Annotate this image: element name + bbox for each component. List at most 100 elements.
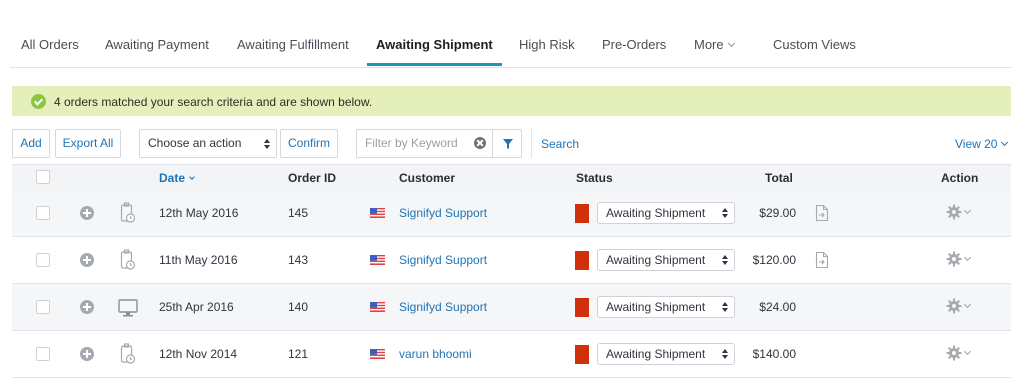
gear-icon xyxy=(946,345,962,361)
expand-plus-icon[interactable] xyxy=(80,206,94,220)
order-date: 12th Nov 2014 xyxy=(159,347,238,361)
customer-link[interactable]: Signifyd Support xyxy=(399,300,487,314)
status-color-swatch xyxy=(575,204,589,223)
sort-down-icon xyxy=(189,174,195,180)
tab-high-risk[interactable]: High Risk xyxy=(519,37,575,52)
select-arrows-icon xyxy=(264,139,270,149)
confirm-button[interactable]: Confirm xyxy=(280,129,338,158)
order-id: 145 xyxy=(288,206,309,220)
order-total: $29.00 xyxy=(759,206,796,220)
order-total: $120.00 xyxy=(752,253,796,267)
table-row: 11th May 2016 143 Signifyd Support Await… xyxy=(12,237,1011,284)
phone-order-icon xyxy=(120,343,136,364)
order-tabs: All Orders Awaiting Payment Awaiting Ful… xyxy=(10,0,1011,68)
search-result-alert: 4 orders matched your search criteria an… xyxy=(12,86,1011,116)
tab-pre-orders[interactable]: Pre-Orders xyxy=(602,37,666,52)
status-select[interactable]: Awaiting Shipment xyxy=(597,249,735,271)
gear-icon xyxy=(946,298,962,314)
tab-awaiting-payment[interactable]: Awaiting Payment xyxy=(105,37,209,52)
customer-link[interactable]: Signifyd Support xyxy=(399,253,487,267)
row-action-menu[interactable] xyxy=(946,298,976,316)
order-date: 25th Apr 2016 xyxy=(159,300,234,314)
toolbar-divider xyxy=(531,129,532,158)
alert-message: 4 orders matched your search criteria an… xyxy=(54,95,373,109)
table-row: 12th May 2016 145 Signifyd Support Await… xyxy=(12,190,1011,237)
orders-table-header: Date Order ID Customer Status Total Acti… xyxy=(12,164,1011,190)
status-value: Awaiting Shipment xyxy=(606,206,706,220)
tab-awaiting-shipment[interactable]: Awaiting Shipment xyxy=(376,37,493,52)
date-header-label: Date xyxy=(159,171,186,185)
order-total: $140.00 xyxy=(752,347,796,361)
status-value: Awaiting Shipment xyxy=(606,300,706,314)
active-tab-indicator xyxy=(367,63,502,66)
add-button[interactable]: Add xyxy=(12,129,50,158)
row-checkbox[interactable] xyxy=(36,253,50,267)
funnel-icon xyxy=(503,139,513,149)
row-checkbox[interactable] xyxy=(36,347,50,361)
us-flag-icon xyxy=(370,302,385,312)
status-select[interactable]: Awaiting Shipment xyxy=(597,343,735,365)
us-flag-icon xyxy=(370,255,385,265)
order-id: 143 xyxy=(288,253,309,267)
status-color-swatch xyxy=(575,345,589,364)
order-date: 12th May 2016 xyxy=(159,206,239,220)
desktop-icon xyxy=(118,299,138,317)
column-header-date[interactable]: Date xyxy=(159,171,195,185)
customer-link[interactable]: Signifyd Support xyxy=(399,206,487,220)
expand-plus-icon[interactable] xyxy=(80,300,94,314)
table-row: 12th Nov 2014 121 varun bhoomi Awaiting … xyxy=(12,331,1011,378)
status-color-swatch xyxy=(575,251,589,270)
us-flag-icon xyxy=(370,349,385,359)
order-date: 11th May 2016 xyxy=(159,253,238,267)
status-value: Awaiting Shipment xyxy=(606,347,706,361)
chevron-down-icon xyxy=(963,206,972,215)
tab-more-label: More xyxy=(694,37,724,52)
tab-custom-views[interactable]: Custom Views xyxy=(773,37,856,52)
tab-more[interactable]: More xyxy=(694,37,735,52)
status-color-swatch xyxy=(575,298,589,317)
row-action-menu[interactable] xyxy=(946,345,976,363)
chevron-down-icon xyxy=(963,253,972,262)
phone-order-icon xyxy=(120,202,136,223)
order-id: 140 xyxy=(288,300,309,314)
row-action-menu[interactable] xyxy=(946,251,976,269)
status-value: Awaiting Shipment xyxy=(606,253,706,267)
column-header-status: Status xyxy=(576,171,613,185)
chevron-down-icon xyxy=(1001,138,1009,147)
search-button[interactable]: Search xyxy=(541,137,579,151)
order-id: 121 xyxy=(288,347,309,361)
tab-all-orders[interactable]: All Orders xyxy=(21,37,79,52)
chevron-down-icon xyxy=(727,39,735,48)
status-select[interactable]: Awaiting Shipment xyxy=(597,296,735,318)
row-checkbox[interactable] xyxy=(36,300,50,314)
us-flag-icon xyxy=(370,208,385,218)
row-checkbox[interactable] xyxy=(36,206,50,220)
status-select[interactable]: Awaiting Shipment xyxy=(597,202,735,224)
check-circle-icon xyxy=(31,94,46,109)
export-all-button[interactable]: Export All xyxy=(55,129,121,158)
view-count-dropdown[interactable]: View 20 xyxy=(955,137,1009,151)
customer-link[interactable]: varun bhoomi xyxy=(399,347,472,361)
column-header-total: Total xyxy=(765,171,793,185)
select-all-checkbox[interactable] xyxy=(36,170,50,184)
filter-button[interactable] xyxy=(492,129,522,158)
chevron-down-icon xyxy=(963,300,972,309)
clear-icon[interactable] xyxy=(474,137,486,149)
expand-plus-icon[interactable] xyxy=(80,347,94,361)
tab-awaiting-fulfillment[interactable]: Awaiting Fulfillment xyxy=(237,37,349,52)
column-header-customer: Customer xyxy=(399,171,456,185)
bulk-action-value: Choose an action xyxy=(148,136,242,150)
expand-plus-icon[interactable] xyxy=(80,253,94,267)
order-total: $24.00 xyxy=(759,300,796,314)
column-header-order-id: Order ID xyxy=(288,171,337,185)
phone-order-icon xyxy=(120,249,136,270)
bulk-action-select[interactable]: Choose an action xyxy=(139,129,277,158)
column-header-action: Action xyxy=(941,171,979,185)
document-icon xyxy=(815,252,829,268)
gear-icon xyxy=(946,204,962,220)
row-action-menu[interactable] xyxy=(946,204,976,222)
chevron-down-icon xyxy=(963,347,972,356)
gear-icon xyxy=(946,251,962,267)
view-count-label: View 20 xyxy=(955,137,998,151)
document-icon xyxy=(815,205,829,221)
